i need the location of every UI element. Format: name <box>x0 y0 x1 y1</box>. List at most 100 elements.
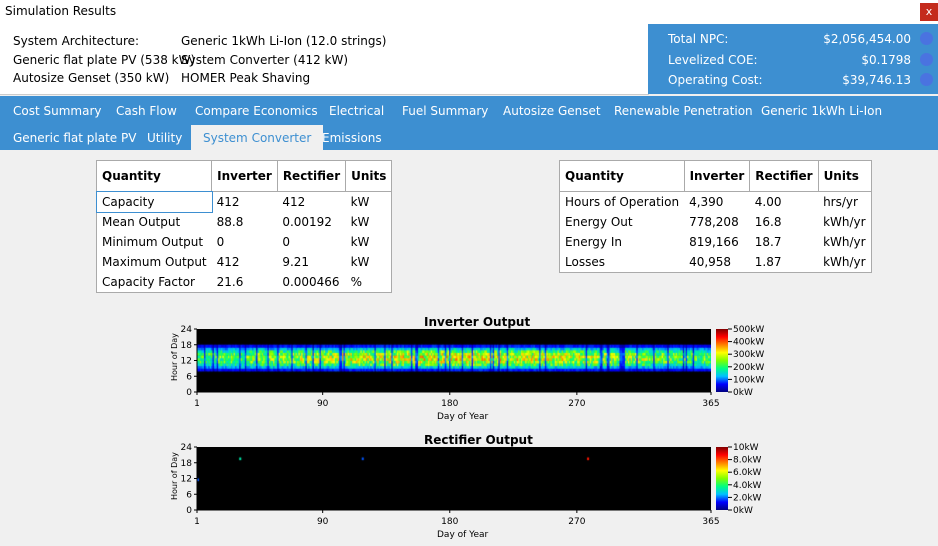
rectifier-y-tick-label: 6 <box>186 490 192 500</box>
table-cell[interactable]: 18.7 <box>750 232 818 252</box>
table-cell[interactable]: Capacity Factor <box>97 272 212 293</box>
table-cell[interactable]: 412 <box>212 192 278 213</box>
tab-electrical[interactable]: Electrical <box>317 98 396 124</box>
inverter-colorbar-label: 0kW <box>733 388 753 398</box>
table-cell[interactable]: 21.6 <box>212 272 278 293</box>
rectifier-colorbar-label: 10kW <box>733 443 759 453</box>
tab-utility[interactable]: Utility <box>135 125 194 151</box>
table-cell[interactable]: kWh/yr <box>818 252 871 273</box>
title-bar: Simulation Results x <box>0 0 938 24</box>
table-row[interactable]: Maximum Output 412 9.21 kW <box>97 252 392 272</box>
rectifier-y-tick-label: 24 <box>181 443 193 453</box>
inverter-y-tick-label: 12 <box>181 357 192 367</box>
column-header: Rectifier <box>749 160 819 192</box>
inverter-y-tick-label: 24 <box>181 325 193 335</box>
info-icon[interactable] <box>920 53 933 66</box>
column-header: Quantity <box>559 160 685 192</box>
rectifier-x-axis-label: Day of Year <box>437 530 489 540</box>
table-cell[interactable]: kWh/yr <box>818 212 871 232</box>
table-row[interactable]: Capacity 412 412 kW <box>95 190 392 213</box>
rectifier-y-tick-label: 12 <box>181 475 192 485</box>
table-cell[interactable]: Minimum Output <box>97 232 212 252</box>
tab-emissions[interactable]: Emissions <box>310 125 394 151</box>
rectifier-colorbar-label: 8.0kW <box>733 456 762 466</box>
tab-battery[interactable]: Generic 1kWh Li-Ion <box>749 98 894 124</box>
table-row[interactable]: Hours of Operation 4,390 4.00 hrs/yr <box>560 192 872 213</box>
window-title: Simulation Results <box>5 4 117 18</box>
table-cell[interactable]: 4.00 <box>750 192 818 213</box>
table-cell[interactable]: kW <box>346 212 392 232</box>
tab-cost-summary[interactable]: Cost Summary <box>1 98 113 124</box>
column-header: Inverter <box>683 160 751 192</box>
table-cell[interactable]: 4,390 <box>684 192 750 213</box>
table-cell[interactable]: Capacity <box>95 190 213 213</box>
architecture-label: System Architecture: <box>13 34 140 48</box>
table-cell[interactable]: kWh/yr <box>818 232 871 252</box>
inverter-colorbar-label: 200kW <box>733 363 764 373</box>
table-cell[interactable]: Energy In <box>560 232 685 252</box>
close-button[interactable]: x <box>920 3 938 21</box>
tab-fuel-summary[interactable]: Fuel Summary <box>390 98 500 124</box>
rectifier-axes: 0 6 12 18 24 1 90 180 270 365 <box>181 443 720 527</box>
rectifier-y-tick-label: 18 <box>181 459 193 469</box>
table-cell[interactable]: Maximum Output <box>97 252 212 272</box>
tab-pv[interactable]: Generic flat plate PV <box>1 125 148 151</box>
tab-cash-flow[interactable]: Cash Flow <box>104 98 189 124</box>
table-cell[interactable]: Hours of Operation <box>560 192 685 213</box>
info-icon[interactable] <box>920 32 933 45</box>
table-row[interactable]: Minimum Output 0 0 kW <box>97 232 392 252</box>
table-row[interactable]: Losses 40,958 1.87 kWh/yr <box>560 252 872 273</box>
table-cell[interactable]: kW <box>346 192 392 213</box>
table-cell[interactable]: Losses <box>560 252 685 273</box>
table-cell[interactable]: 1.87 <box>750 252 818 273</box>
genset-label: Autosize Genset (350 kW) <box>13 71 170 85</box>
rectifier-x-tick-label: 1 <box>194 517 200 527</box>
info-icon[interactable] <box>920 73 933 86</box>
table-cell[interactable]: 0 <box>277 232 345 252</box>
table-row[interactable]: Energy In 819,166 18.7 kWh/yr <box>560 232 872 252</box>
inverter-axes: 0 6 12 18 24 1 90 180 270 365 <box>181 325 720 409</box>
operating-cost-label: Operating Cost: <box>668 73 763 87</box>
table-cell[interactable]: 9.21 <box>277 252 345 272</box>
inverter-colorbar <box>716 329 728 392</box>
table-cell[interactable]: 412 <box>212 252 278 272</box>
table-cell[interactable]: 88.8 <box>212 212 278 232</box>
total-npc-label: Total NPC: <box>668 32 729 46</box>
inverter-x-tick-label: 1 <box>194 399 200 409</box>
table-cell[interactable]: 778,208 <box>684 212 750 232</box>
inverter-colorbar-label: 500kW <box>733 325 764 335</box>
tab-autosize-genset[interactable]: Autosize Genset <box>491 98 613 124</box>
table-cell[interactable]: 16.8 <box>750 212 818 232</box>
table-cell[interactable]: Mean Output <box>97 212 212 232</box>
table-row[interactable]: Mean Output 88.8 0.00192 kW <box>97 212 392 232</box>
converter-value: System Converter (412 kW) <box>181 53 349 67</box>
table-cell[interactable]: Energy Out <box>560 212 685 232</box>
table-row[interactable]: Energy Out 778,208 16.8 kWh/yr <box>560 212 872 232</box>
table-row[interactable]: Capacity Factor 21.6 0.000466 % <box>97 272 392 293</box>
table-cell[interactable]: 0 <box>212 232 278 252</box>
inverter-x-tick-label: 365 <box>702 399 719 409</box>
pv-label: Generic flat plate PV (538 kW) <box>13 53 196 67</box>
table-cell[interactable]: 412 <box>277 192 345 213</box>
architecture-panel: System Architecture: Generic flat plate … <box>0 24 649 95</box>
dispatch-value: HOMER Peak Shaving <box>181 71 311 85</box>
rectifier-colorbar-label: 0kW <box>733 506 753 516</box>
summary-panel: Total NPC: $2,056,454.00 Levelized COE: … <box>648 24 938 94</box>
tab-system-converter[interactable]: System Converter <box>191 125 324 151</box>
rectifier-colorbar-ticks: 0kW 2.0kW 4.0kW 6.0kW 8.0kW 10kW <box>728 443 762 516</box>
table-cell[interactable]: 40,958 <box>684 252 750 273</box>
converter-energy-table: Quantity Inverter Rectifier Units Hours … <box>559 160 872 273</box>
column-header: Inverter <box>211 160 278 192</box>
table-cell[interactable]: % <box>346 272 392 293</box>
table-cell[interactable]: 0.000466 <box>277 272 345 293</box>
table-cell[interactable]: kW <box>346 252 392 272</box>
tab-compare-economics[interactable]: Compare Economics <box>183 98 330 124</box>
table-cell[interactable]: hrs/yr <box>818 192 871 213</box>
table-cell[interactable]: 0.00192 <box>277 212 345 232</box>
tab-renewable-penetration[interactable]: Renewable Penetration <box>602 98 765 124</box>
table-cell[interactable]: kW <box>346 232 392 252</box>
operating-cost-value: $39,746.13 <box>842 73 911 87</box>
table-cell[interactable]: 819,166 <box>684 232 750 252</box>
inverter-x-tick-label: 180 <box>441 399 458 409</box>
total-npc-value: $2,056,454.00 <box>823 32 911 46</box>
